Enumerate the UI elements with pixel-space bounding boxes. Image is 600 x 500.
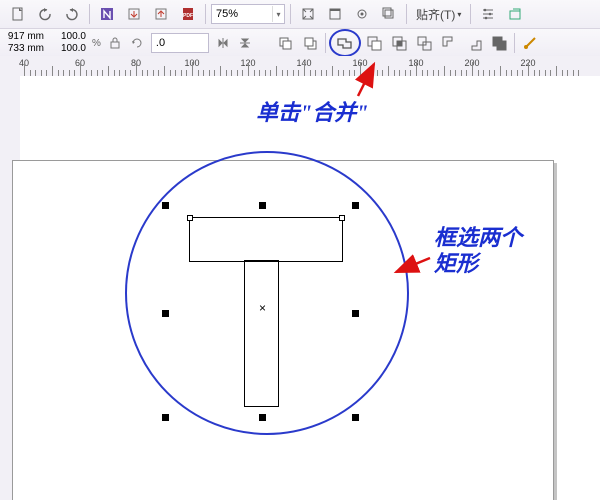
options-icon[interactable] bbox=[476, 2, 500, 26]
scale-readout: 100.0 100.0 bbox=[52, 31, 86, 55]
pdf-icon[interactable]: PDF bbox=[176, 2, 200, 26]
ruler-origin[interactable] bbox=[0, 56, 21, 77]
new-icon[interactable] bbox=[6, 2, 30, 26]
launch-icon[interactable] bbox=[503, 2, 527, 26]
arrange-front-icon[interactable] bbox=[273, 31, 297, 55]
snap-to-label: 贴齐(T) bbox=[416, 6, 455, 23]
export-icon[interactable] bbox=[149, 2, 173, 26]
property-bar: 917 mm 733 mm 100.0 100.0 % bbox=[0, 29, 600, 58]
snap-to-button[interactable]: 贴齐(T)▾ bbox=[412, 4, 465, 25]
horizontal-ruler[interactable]: 406080100120140160180200220 bbox=[20, 56, 600, 77]
zoom-level-input[interactable]: ▾ bbox=[211, 4, 285, 24]
undo-icon[interactable] bbox=[33, 2, 57, 26]
pos-x: 917 mm bbox=[0, 31, 44, 43]
rotate-icon[interactable] bbox=[129, 35, 145, 51]
annotation-select: 框选两个 矩形 bbox=[434, 225, 522, 277]
front-minus-back-icon[interactable] bbox=[437, 31, 461, 55]
selection-handle-sw[interactable] bbox=[162, 414, 169, 421]
chevron-down-icon[interactable]: ▾ bbox=[272, 6, 284, 22]
annotation-circle bbox=[125, 151, 409, 435]
redo-icon[interactable] bbox=[60, 2, 84, 26]
import-icon[interactable] bbox=[122, 2, 146, 26]
intersect-icon[interactable] bbox=[387, 31, 411, 55]
shaping-tools bbox=[273, 29, 542, 57]
drawing-canvas[interactable]: × bbox=[20, 76, 600, 500]
zoom-field[interactable] bbox=[212, 7, 272, 21]
pos-y: 733 mm bbox=[0, 43, 44, 55]
rotation-input[interactable] bbox=[151, 33, 209, 53]
snap-icon[interactable] bbox=[377, 2, 401, 26]
lock-icon[interactable] bbox=[107, 35, 123, 51]
selection-handle-se[interactable] bbox=[352, 414, 359, 421]
scale-y: 100.0 bbox=[52, 43, 86, 55]
scale-x: 100.0 bbox=[52, 31, 86, 43]
trim-icon[interactable] bbox=[362, 31, 386, 55]
macro-icon[interactable] bbox=[95, 2, 119, 26]
mirror-v-icon[interactable] bbox=[237, 35, 253, 51]
percent-label: % bbox=[92, 38, 101, 49]
mirror-h-icon[interactable] bbox=[215, 35, 231, 51]
simplify-icon[interactable] bbox=[412, 31, 436, 55]
boundary-icon[interactable] bbox=[487, 31, 511, 55]
arrange-back-icon[interactable] bbox=[298, 31, 322, 55]
fullscreen-icon[interactable] bbox=[296, 2, 320, 26]
rotation-field[interactable] bbox=[152, 36, 202, 50]
position-readout: 917 mm 733 mm bbox=[0, 31, 46, 55]
annotation-weld: 单击"合并" bbox=[256, 100, 368, 126]
guides-icon[interactable] bbox=[350, 2, 374, 26]
weld-icon[interactable] bbox=[329, 29, 361, 57]
main-toolbar: PDF ▾ 贴齐(T)▾ bbox=[0, 0, 600, 29]
back-minus-front-icon[interactable] bbox=[462, 31, 486, 55]
grid-icon[interactable] bbox=[323, 2, 347, 26]
svg-text:PDF: PDF bbox=[183, 13, 193, 19]
chevron-down-icon: ▾ bbox=[457, 10, 461, 19]
outline-pen-icon[interactable] bbox=[518, 31, 542, 55]
